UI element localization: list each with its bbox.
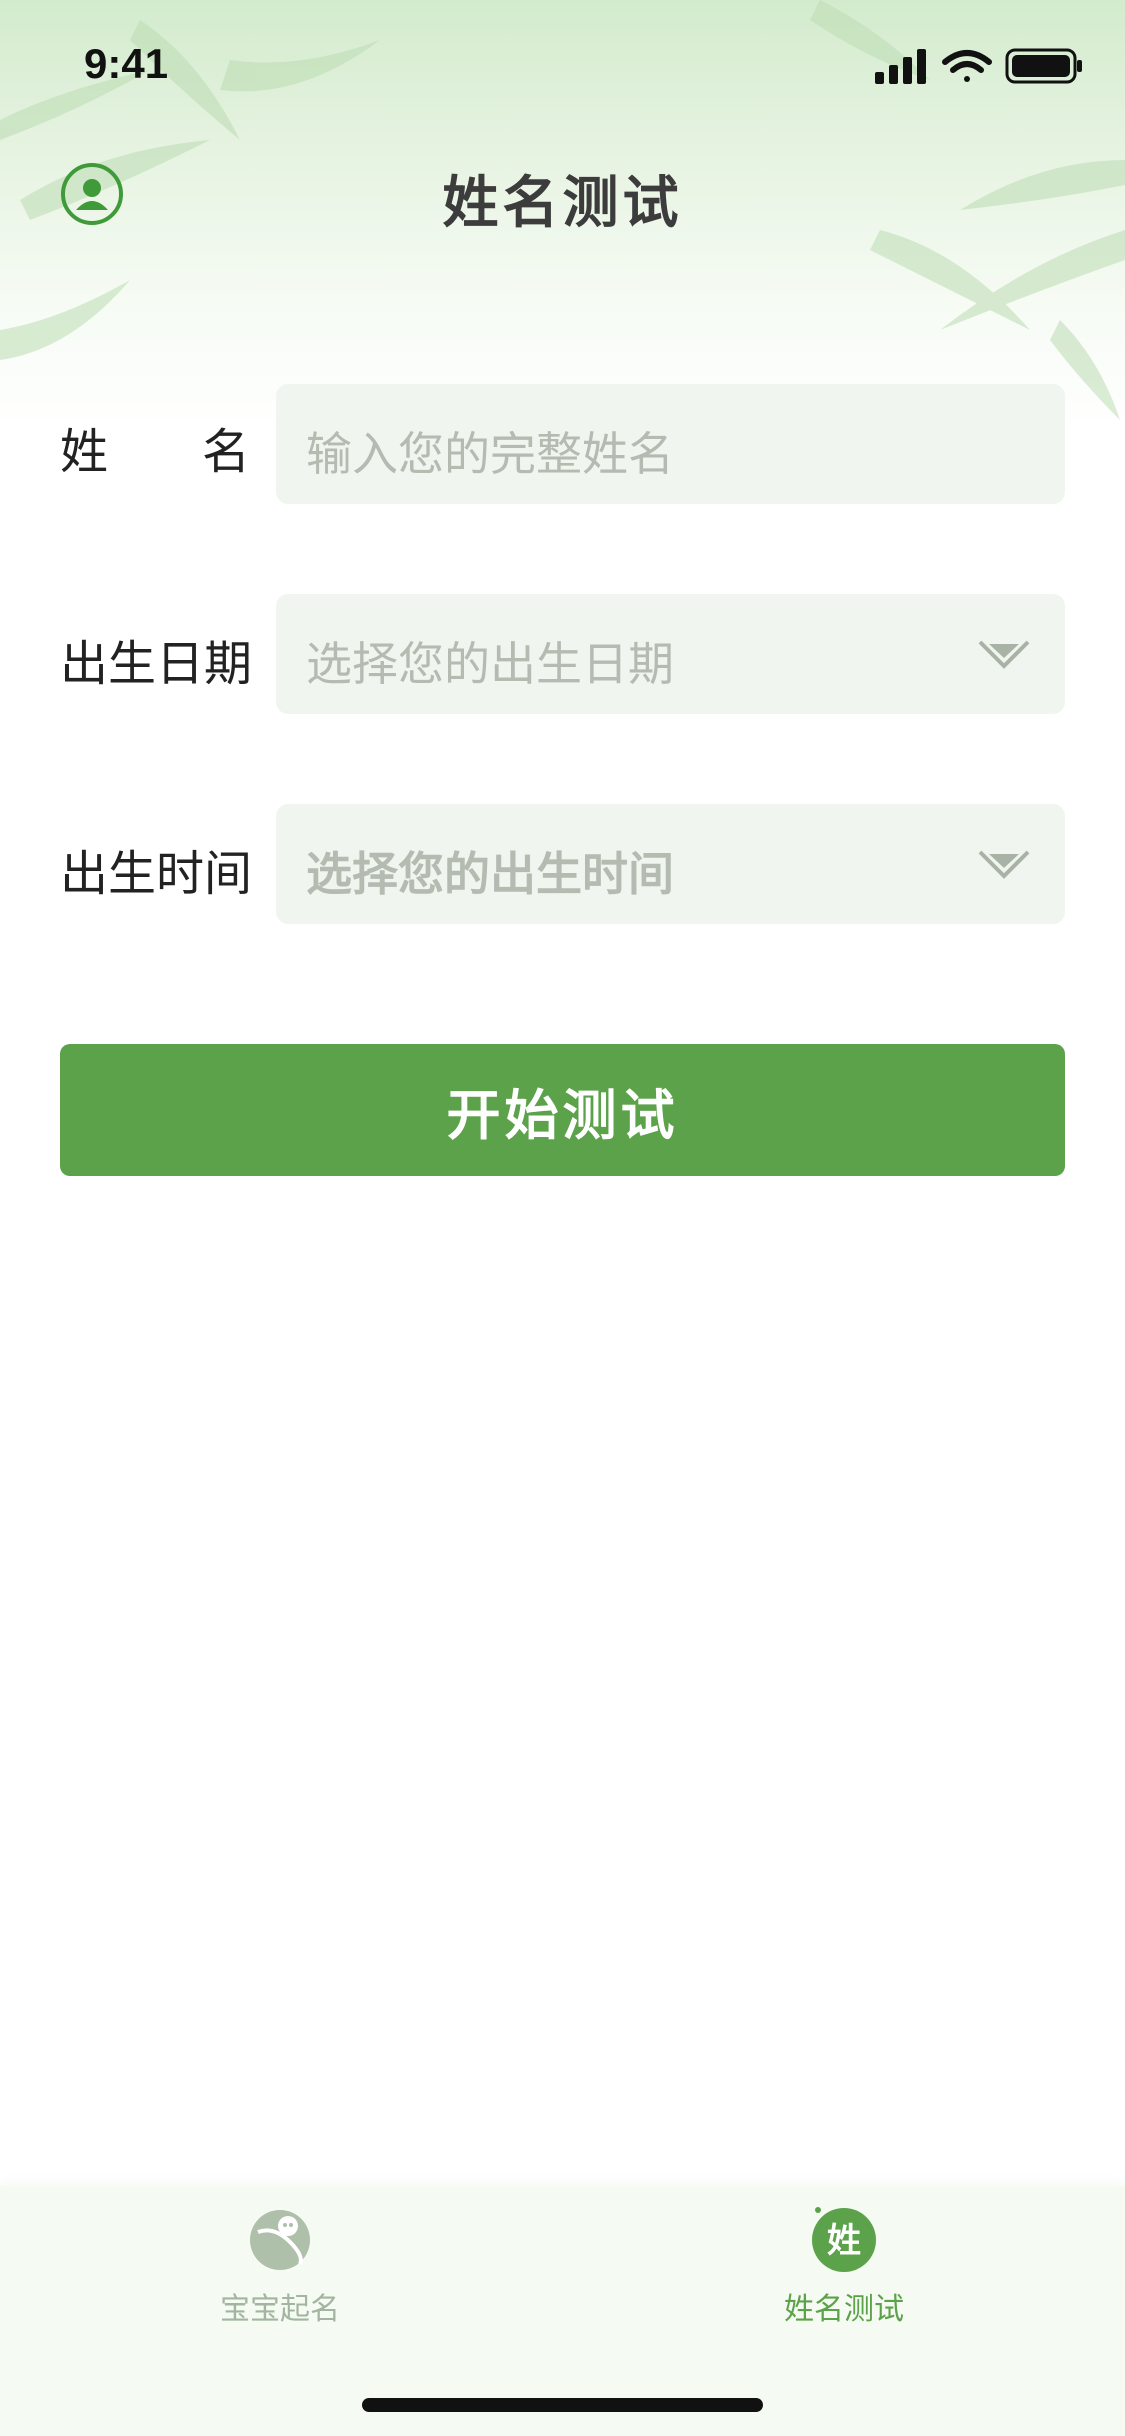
chevron-down-icon	[978, 850, 1030, 879]
name-label-char-2: 名	[201, 424, 250, 480]
name-input[interactable]: 输入您的完整姓名	[276, 384, 1065, 504]
tab-name-test[interactable]: 姓 姓名测试	[694, 2202, 994, 2328]
tab-baby-naming-label: 宝宝起名	[220, 2292, 340, 2327]
birth-time-label: 出生时间	[60, 846, 253, 902]
birth-date-select[interactable]: 选择您的出生日期	[276, 594, 1065, 714]
chevron-down-icon	[978, 640, 1030, 669]
birth-date-placeholder: 选择您的出生日期	[306, 637, 674, 691]
name-test-icon-char: 姓	[827, 2221, 861, 2261]
signal-icon	[875, 49, 926, 84]
name-label: 姓 名	[60, 412, 250, 482]
status-icons	[875, 48, 1082, 84]
name-input-placeholder: 输入您的完整姓名	[306, 427, 674, 481]
birth-date-label: 出生日期	[60, 636, 253, 692]
battery-icon	[1005, 48, 1082, 84]
name-test-icon: 姓	[812, 2207, 876, 2272]
wifi-icon	[942, 50, 992, 82]
tab-baby-naming[interactable]: 宝宝起名	[130, 2202, 430, 2328]
page-title: 姓名测试	[442, 170, 683, 236]
birth-time-select[interactable]: 选择您的出生时间	[276, 804, 1065, 924]
tab-name-test-label: 姓名测试	[784, 2292, 904, 2327]
start-test-button[interactable]: 开始测试	[60, 1044, 1065, 1176]
status-bar: 9:41	[0, 0, 1125, 130]
name-label-char-1: 姓	[60, 424, 109, 480]
baby-naming-icon	[250, 2210, 310, 2270]
status-time: 9:41	[84, 40, 169, 87]
home-indicator	[362, 2398, 763, 2412]
birth-time-placeholder: 选择您的出生时间	[306, 848, 674, 900]
